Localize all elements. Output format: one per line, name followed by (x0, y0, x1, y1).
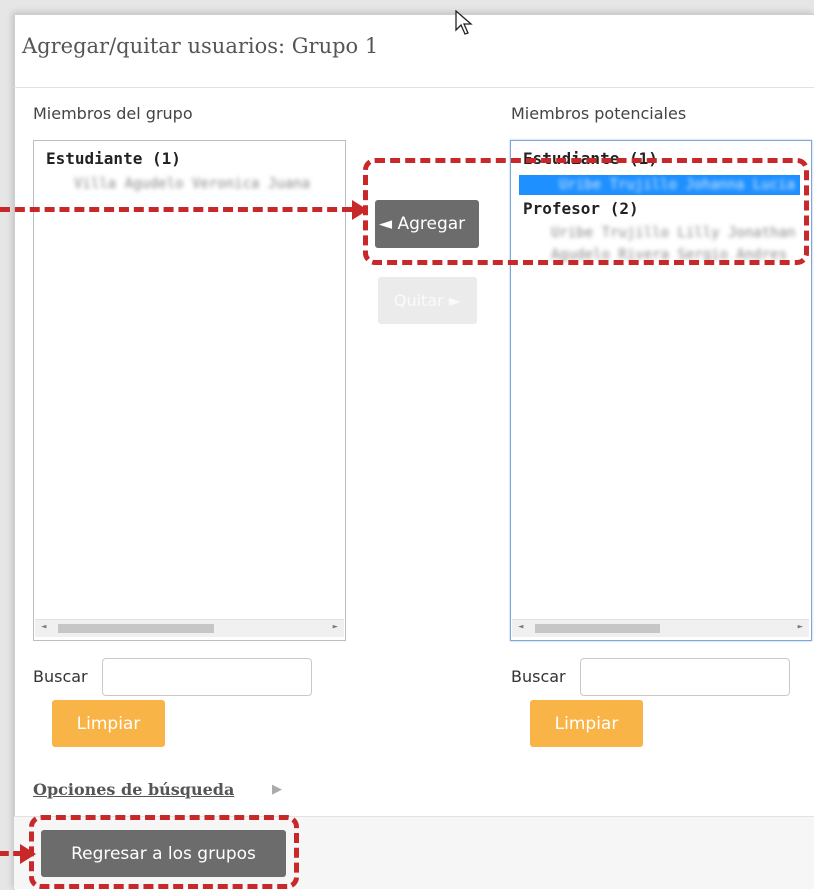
members-select[interactable]: Estudiante (1) Villa Agudelo Veronica Ju… (33, 140, 346, 641)
callout-arrow-line (0, 207, 352, 212)
scroll-right-icon[interactable]: ► (798, 622, 803, 632)
page-title: Agregar/quitar usuarios: Grupo 1 (22, 34, 379, 58)
members-search-input[interactable] (102, 658, 312, 696)
remove-button[interactable]: Quitar ► (378, 277, 477, 324)
callout-box-back (29, 815, 299, 889)
callout-arrow-icon (352, 200, 368, 220)
scroll-right-icon[interactable]: ► (333, 622, 338, 632)
scrollbar-thumb[interactable] (58, 624, 214, 633)
potential-search-input[interactable] (580, 658, 790, 696)
potential-scrollbar[interactable]: ◄ ► (512, 619, 809, 637)
members-label: Miembros del grupo (33, 104, 193, 123)
clear-button[interactable]: Limpiar (530, 700, 643, 747)
search-label: Buscar (33, 667, 88, 686)
scrollbar-thumb[interactable] (535, 624, 660, 633)
potential-members-label: Miembros potenciales (511, 104, 687, 123)
mouse-pointer-icon (455, 9, 475, 40)
callout-arrow-icon (20, 844, 36, 864)
clear-button[interactable]: Limpiar (52, 700, 165, 747)
members-scrollbar[interactable]: ◄ ► (35, 619, 344, 637)
optgroup-estudiante: Estudiante (1) (46, 149, 181, 168)
scroll-left-icon[interactable]: ◄ (518, 622, 523, 632)
scroll-left-icon[interactable]: ◄ (41, 622, 46, 632)
callout-box-add (363, 158, 809, 265)
member-option[interactable]: Villa Agudelo Veronica Juana (74, 176, 310, 192)
divider (14, 87, 814, 88)
search-label: Buscar (511, 667, 566, 686)
callout-arrow-line (0, 851, 22, 856)
chevron-right-icon[interactable]: ▶ (272, 782, 282, 797)
search-options-link[interactable]: Opciones de búsqueda (33, 780, 234, 799)
